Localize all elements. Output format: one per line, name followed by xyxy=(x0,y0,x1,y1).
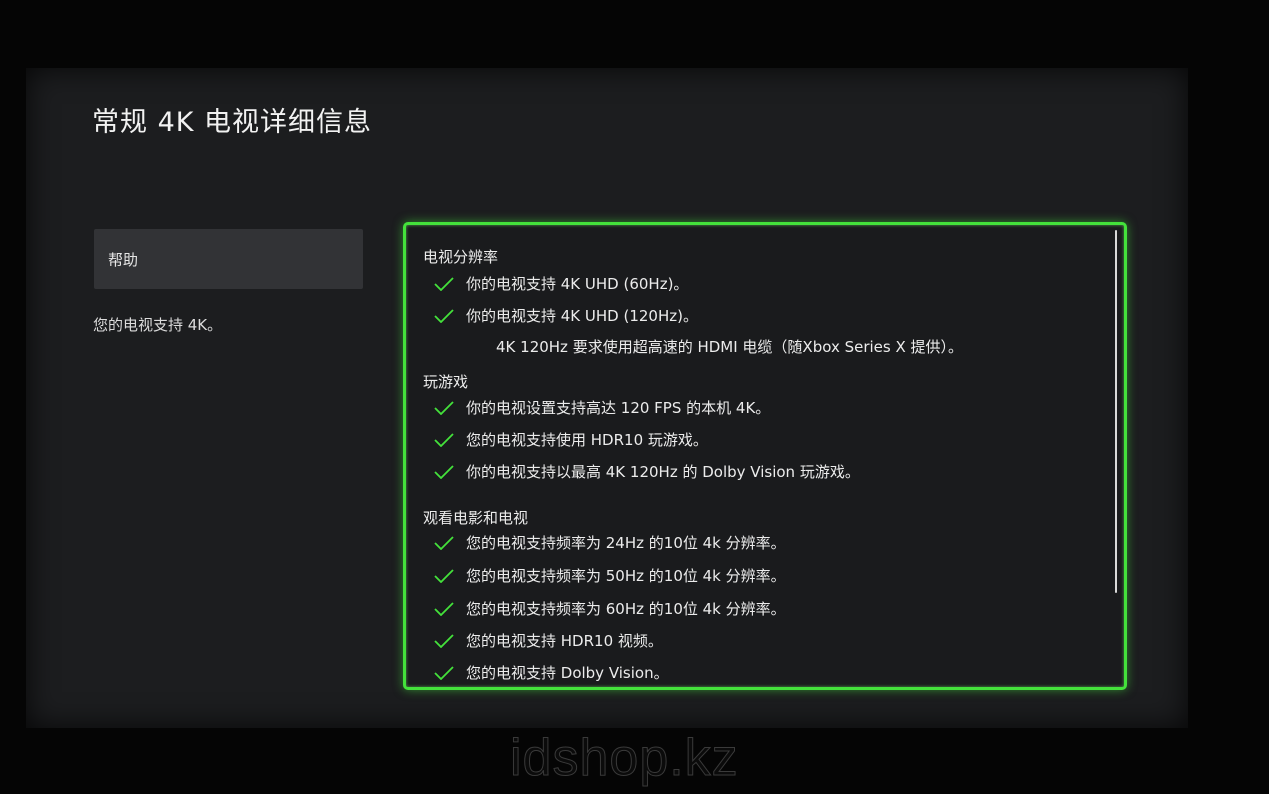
details-panel[interactable]: 电视分辨率 你的电视支持 4K UHD (60Hz)。 你的电视支持 4K UH… xyxy=(403,222,1127,690)
check-icon xyxy=(434,535,454,550)
list-item-text: 你的电视支持 4K UHD (120Hz)。 xyxy=(466,307,698,325)
help-button[interactable]: 帮助 xyxy=(94,229,363,289)
help-button-label: 帮助 xyxy=(108,250,139,269)
check-icon xyxy=(434,308,454,323)
list-item: 你的电视支持以最高 4K 120Hz 的 Dolby Vision 玩游戏。 xyxy=(434,461,860,482)
check-icon xyxy=(434,568,454,583)
list-item: 你的电视支持 4K UHD (60Hz)。 xyxy=(434,273,688,294)
check-icon xyxy=(434,601,454,616)
list-item-text: 你的电视支持以最高 4K 120Hz 的 Dolby Vision 玩游戏。 xyxy=(466,463,860,481)
list-item-text: 你的电视支持 4K UHD (60Hz)。 xyxy=(466,275,689,293)
list-item: 您的电视支持频率为 24Hz 的10位 4k 分辨率。 xyxy=(434,532,786,553)
list-item-text: 您的电视支持 Dolby Vision。 xyxy=(466,664,669,682)
list-item: 您的电视支持 Dolby Vision。 xyxy=(434,662,669,683)
list-item-text: 您的电视支持频率为 50Hz 的10位 4k 分辨率。 xyxy=(466,567,786,585)
list-item: 您的电视支持频率为 60Hz 的10位 4k 分辨率。 xyxy=(434,598,786,619)
list-item-text: 您的电视支持频率为 60Hz 的10位 4k 分辨率。 xyxy=(466,600,786,618)
list-item: 您的电视支持使用 HDR10 玩游戏。 xyxy=(434,429,708,450)
check-icon xyxy=(434,276,454,291)
check-icon xyxy=(434,464,454,479)
hdmi-cable-note: 4K 120Hz 要求使用超高速的 HDMI 电缆（随Xbox Series X… xyxy=(496,338,964,356)
section-heading-tv-resolution: 电视分辨率 xyxy=(423,248,499,266)
check-icon xyxy=(434,633,454,648)
section-heading-gaming: 玩游戏 xyxy=(423,373,469,391)
list-item-text: 您的电视支持频率为 24Hz 的10位 4k 分辨率。 xyxy=(466,534,786,552)
check-icon xyxy=(434,665,454,680)
section-heading-movies-tv: 观看电影和电视 xyxy=(423,509,529,527)
support-note: 您的电视支持 4K。 xyxy=(93,316,223,334)
list-item-text: 你的电视设置支持高达 120 FPS 的本机 4K。 xyxy=(466,399,771,417)
list-item-text: 您的电视支持使用 HDR10 玩游戏。 xyxy=(466,431,708,449)
check-icon xyxy=(434,400,454,415)
list-item-text: 您的电视支持 HDR10 视频。 xyxy=(466,632,663,650)
scrollbar[interactable] xyxy=(1115,230,1117,593)
list-item: 您的电视支持频率为 50Hz 的10位 4k 分辨率。 xyxy=(434,565,786,586)
watermark: idshop.kz xyxy=(510,729,739,788)
list-item: 你的电视支持 4K UHD (120Hz)。 xyxy=(434,305,698,326)
check-icon xyxy=(434,432,454,447)
list-item: 您的电视支持 HDR10 视频。 xyxy=(434,630,663,651)
list-item: 你的电视设置支持高达 120 FPS 的本机 4K。 xyxy=(434,397,770,418)
page-title: 常规 4K 电视详细信息 xyxy=(92,107,373,138)
